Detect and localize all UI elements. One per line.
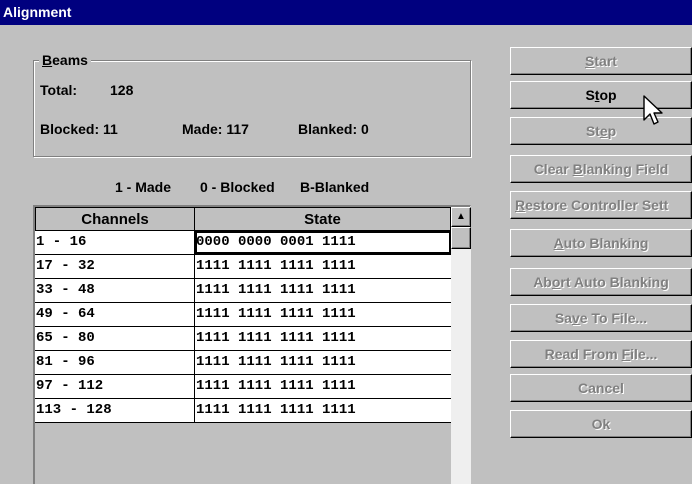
- table-row[interactable]: 65 - 80 1111 1111 1111 1111: [35, 327, 451, 351]
- read-from-file-button[interactable]: Read From File...: [510, 340, 692, 368]
- restore-controller-settings-button[interactable]: Restore Controller Sett: [510, 191, 692, 219]
- beams-group: [33, 60, 471, 157]
- state-cell[interactable]: 0000 0000 0001 1111: [195, 231, 451, 254]
- vertical-scrollbar[interactable]: ▲: [451, 207, 471, 484]
- state-cell[interactable]: 1111 1111 1111 1111: [195, 327, 451, 350]
- state-cell[interactable]: 1111 1111 1111 1111: [195, 375, 451, 398]
- total-value: 128: [110, 82, 134, 98]
- scroll-thumb[interactable]: [451, 227, 471, 249]
- state-cell[interactable]: 1111 1111 1111 1111: [195, 279, 451, 302]
- channels-cell[interactable]: 49 - 64: [35, 303, 195, 326]
- arrow-pointer-icon: [643, 95, 663, 125]
- clear-blanking-field-button[interactable]: Clear Blanking Field: [510, 155, 692, 183]
- table-row[interactable]: 33 - 48 1111 1111 1111 1111: [35, 279, 451, 303]
- total-label: Total:: [40, 82, 78, 98]
- table-row[interactable]: 49 - 64 1111 1111 1111 1111: [35, 303, 451, 327]
- beams-group-label: Beams: [39, 52, 91, 68]
- window-title: Alignment: [3, 4, 72, 20]
- key-blocked: 0 - Blocked: [200, 179, 275, 195]
- blanked-count: Blanked: 0: [298, 121, 369, 137]
- alignment-dialog: Alignment Beams Total: 128 Blocked: 11 M…: [0, 0, 692, 484]
- blocked-count: Blocked: 11: [40, 121, 118, 137]
- table-row[interactable]: 1 - 16 0000 0000 0001 1111: [35, 231, 451, 255]
- table-row[interactable]: 113 - 128 1111 1111 1111 1111: [35, 399, 451, 423]
- title-bar[interactable]: Alignment: [0, 0, 692, 25]
- state-cell[interactable]: 1111 1111 1111 1111: [195, 351, 451, 374]
- channels-cell[interactable]: 33 - 48: [35, 279, 195, 302]
- key-blanked: B-Blanked: [300, 179, 370, 195]
- key-made: 1 - Made: [115, 179, 172, 195]
- save-to-file-button[interactable]: Save To File...: [510, 304, 692, 332]
- channels-cell[interactable]: 81 - 96: [35, 351, 195, 374]
- channels-cell[interactable]: 113 - 128: [35, 399, 195, 422]
- triangle-up-icon: ▲: [456, 211, 466, 222]
- column-header-state[interactable]: State: [194, 207, 451, 231]
- channels-cell[interactable]: 17 - 32: [35, 255, 195, 278]
- auto-blanking-button[interactable]: Auto Blanking: [510, 229, 692, 257]
- ok-button[interactable]: Ok: [510, 410, 692, 438]
- state-cell[interactable]: 1111 1111 1111 1111: [195, 399, 451, 422]
- state-cell[interactable]: 1111 1111 1111 1111: [195, 255, 451, 278]
- channels-cell[interactable]: 65 - 80: [35, 327, 195, 350]
- table-row[interactable]: 17 - 32 1111 1111 1111 1111: [35, 255, 451, 279]
- abort-auto-blanking-button[interactable]: Abort Auto Blanking: [510, 268, 692, 296]
- table-row[interactable]: 81 - 96 1111 1111 1111 1111: [35, 351, 451, 375]
- start-button[interactable]: Start: [510, 47, 692, 75]
- channels-cell[interactable]: 1 - 16: [35, 231, 195, 254]
- channels-cell[interactable]: 97 - 112: [35, 375, 195, 398]
- state-cell[interactable]: 1111 1111 1111 1111: [195, 303, 451, 326]
- scroll-up-button[interactable]: ▲: [451, 207, 471, 227]
- cancel-button[interactable]: Cancel: [510, 374, 692, 402]
- column-header-channels[interactable]: Channels: [35, 207, 195, 231]
- table-row[interactable]: 97 - 112 1111 1111 1111 1111: [35, 375, 451, 399]
- channels-table[interactable]: Channels State 1 - 16 0000 0000 0001 111…: [33, 205, 471, 484]
- made-count: Made: 117: [182, 121, 249, 137]
